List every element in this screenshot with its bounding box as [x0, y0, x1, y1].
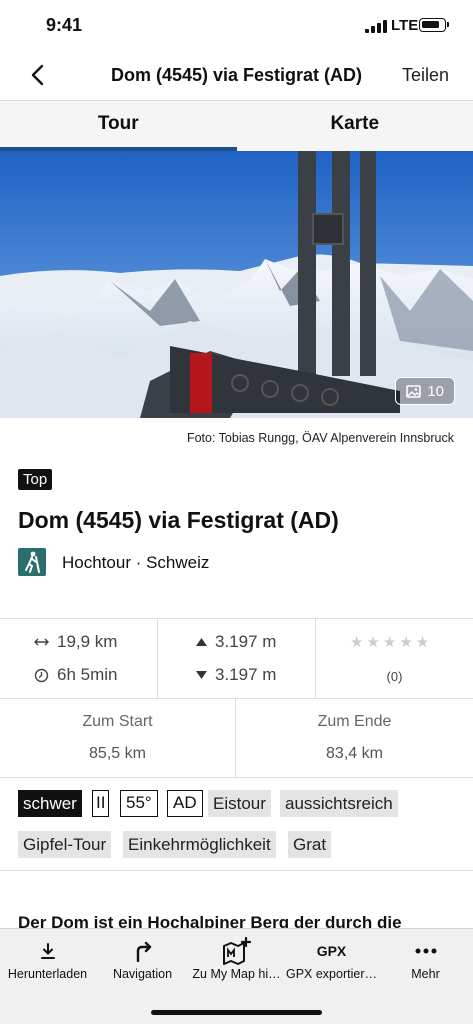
descent-icon — [196, 671, 207, 679]
home-indicator — [151, 1010, 322, 1015]
tag-eistour: Eistour — [208, 790, 271, 817]
my-map-add-icon — [189, 937, 284, 965]
rating-cell[interactable]: ★★★★★ (0) — [316, 619, 473, 699]
tab-tour[interactable]: Tour — [0, 101, 237, 151]
clock-icon — [34, 668, 49, 682]
tag-einkehr: Einkehrmöglichkeit — [123, 831, 276, 858]
to-end-value: 83,4 km — [326, 745, 383, 762]
divider — [0, 870, 473, 871]
tag-alpine-grade: AD — [167, 790, 203, 817]
turn-right-icon — [95, 937, 190, 965]
image-icon — [406, 384, 422, 398]
bottom-toolbar: Herunterladen Navigation Zu My Map hi… G… — [0, 928, 473, 1024]
distance-duration-cell: 19,9 km 6h 5min — [0, 619, 158, 699]
status-time: 9:41 — [46, 15, 83, 35]
distance-icon — [34, 638, 49, 646]
hero-photo[interactable]: 10 — [0, 151, 473, 418]
tab-karte[interactable]: Karte — [237, 101, 473, 151]
nav-title: Dom (4545) via Festigrat (AD) — [110, 65, 363, 85]
rating-stars: ★★★★★ — [350, 634, 433, 651]
gpx-icon: GPX — [316, 943, 347, 959]
elevation-cell: 3.197 m 3.197 m — [158, 619, 316, 699]
tag-slope: 55° — [120, 790, 158, 817]
duration-value: 6h 5min — [57, 665, 118, 684]
add-to-my-map-button[interactable]: Zu My Map hi… — [189, 937, 284, 981]
more-label: Mehr — [411, 967, 440, 981]
photo-caption: Foto: Tobias Rungg, ÖAV Alpenverein Inns… — [186, 431, 454, 445]
navigation-button[interactable]: Navigation — [95, 937, 190, 981]
gpx-export-button[interactable]: GPX GPX exportier… — [284, 937, 379, 981]
photo-count-button[interactable]: 10 — [395, 377, 455, 405]
to-start-label: Zum Start — [82, 713, 153, 730]
share-button[interactable]: Teilen — [402, 65, 449, 86]
to-start-cell[interactable]: Zum Start 85,5 km — [0, 699, 236, 779]
back-chevron-icon[interactable] — [28, 63, 48, 87]
top-badge: Top — [18, 469, 53, 490]
tag-grade: II — [92, 790, 110, 817]
download-icon — [0, 937, 95, 965]
download-label: Herunterladen — [7, 967, 88, 981]
ascent-value: 3.197 m — [215, 632, 277, 651]
signal-icon — [365, 20, 387, 33]
tag-grat: Grat — [288, 831, 332, 858]
distance-value: 19,9 km — [57, 632, 118, 651]
to-start-value: 85,5 km — [89, 745, 146, 762]
to-end-label: Zum Ende — [317, 713, 392, 730]
battery-icon — [419, 18, 449, 32]
add-to-my-map-label: Zu My Map hi… — [192, 967, 281, 981]
tag-difficulty: schwer — [18, 790, 82, 817]
rating-count: (0) — [386, 669, 403, 684]
hiking-icon — [18, 548, 46, 576]
download-button[interactable]: Herunterladen — [0, 937, 95, 981]
network-label: LTE — [391, 17, 419, 34]
descent-value: 3.197 m — [215, 665, 277, 684]
tour-title: Dom (4545) via Festigrat (AD) — [18, 507, 339, 533]
tour-stats: 19,9 km 6h 5min 3.197 m 3.197 m ★★★★★ (0… — [0, 618, 473, 779]
ascent-icon — [196, 638, 207, 646]
tab-bar: Tour Karte — [0, 101, 473, 151]
category-text: Hochtour · Schweiz — [62, 553, 210, 572]
more-button[interactable]: Mehr — [378, 937, 473, 981]
photo-count: 10 — [427, 382, 444, 400]
navigation-bar: Dom (4545) via Festigrat (AD) Teilen — [0, 50, 473, 101]
tag-aussichtsreich: aussichtsreich — [280, 790, 398, 817]
navigation-label: Navigation — [112, 967, 173, 981]
tag-gipfel-tour: Gipfel-Tour — [18, 831, 112, 858]
gpx-export-label: GPX exportier… — [285, 967, 377, 981]
more-icon — [378, 937, 473, 965]
to-end-cell[interactable]: Zum Ende 83,4 km — [236, 699, 473, 779]
status-bar: 9:41 LTE — [0, 0, 473, 50]
